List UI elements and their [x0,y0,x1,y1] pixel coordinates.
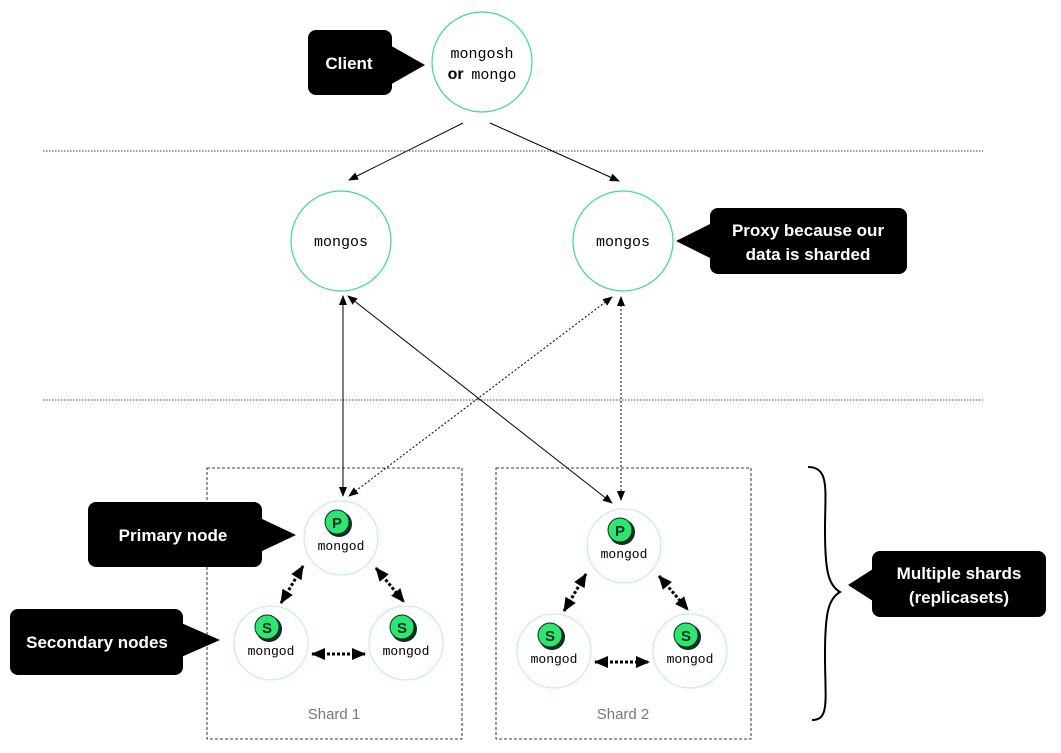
mongos-label: mongos [596,234,650,251]
client-callout-text: Client [325,54,373,73]
role-badge-letter: S [262,620,272,637]
replication-arrow [657,575,690,611]
secondary-node: Smongod [368,605,444,681]
mongod-label: mongod [601,547,648,562]
role-badge-letter: P [332,515,342,532]
secondary-node: Smongod [516,613,592,689]
primary-callout: Primary node [88,502,296,567]
role-badge-letter: S [397,620,407,637]
proxy-callout-line2: data is sharded [746,245,871,264]
client-to-mongos-2-arrow [489,122,620,182]
mongos-node-2: mongos [572,190,674,292]
mongod-label: mongod [248,644,295,659]
primary-callout-text: Primary node [119,526,228,545]
svg-text:or mongo: or mongo [448,66,517,84]
client-node: mongosh or mongo [431,11,533,113]
shard-label: Shard 1 [308,706,361,723]
client-or: or [448,66,464,83]
client-line1: mongosh [450,46,513,63]
shard-2: Shard 2PmongodSmongodSmongod [495,467,752,740]
proxy-callout-line1: Proxy because our [732,221,885,240]
client-to-mongos-1-arrow [348,122,464,181]
secondary-callout: Secondary nodes [10,609,220,675]
replication-arrow [279,565,305,604]
primary-node: Pmongod [303,500,379,576]
mongos-label: mongos [314,234,368,251]
secondary-node: Smongod [652,613,728,689]
mongos2-shard1-arrow [348,296,613,497]
shards-callout: Multiple shards (replicasets) [848,551,1046,617]
replication-arrow [562,573,588,612]
proxy-callout: Proxy because our data is sharded [676,208,907,274]
shard-label: Shard 2 [597,706,650,723]
shards-brace [807,466,842,721]
mongos-node-1: mongos [290,190,392,292]
sharded-cluster-diagram: Client mongosh or mongo mongos mongos Pr… [10,11,1046,740]
mongod-label: mongod [383,644,430,659]
secondary-callout-text: Secondary nodes [26,633,168,652]
role-badge-letter: P [615,523,625,540]
shards-callout-line1: Multiple shards [897,564,1022,583]
mongod-label: mongod [531,652,578,667]
mongod-label: mongod [667,652,714,667]
replication-arrow [374,567,406,603]
secondary-node: Smongod [233,605,309,681]
mongod-label: mongod [318,539,365,554]
shards-callout-line2: (replicasets) [909,588,1009,607]
primary-node: Pmongod [586,508,662,584]
client-callout: Client [308,30,425,95]
client-line2: mongo [471,67,516,84]
role-badge-letter: S [681,628,691,645]
role-badge-letter: S [545,628,555,645]
